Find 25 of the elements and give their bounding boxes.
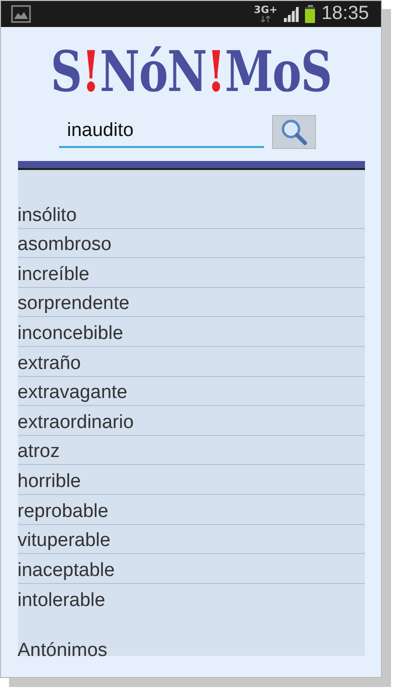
synonym-item[interactable]: intolerable	[18, 589, 106, 614]
network-type: 3G+	[254, 6, 278, 16]
data-arrows-icon	[260, 16, 271, 22]
synonym-item[interactable]: reprobable	[18, 500, 108, 524]
search-icon	[280, 118, 308, 146]
synonym-item[interactable]: increíble	[18, 262, 90, 287]
synonym-item[interactable]: insólito	[18, 204, 77, 228]
synonym-item[interactable]: asombroso	[18, 233, 112, 258]
clock: 18:35	[321, 3, 369, 25]
synonym-item[interactable]: vituperable	[18, 529, 110, 554]
logo: S!NóN!MoS	[50, 39, 332, 105]
synonym-item[interactable]: sorprendente	[18, 292, 130, 316]
search-button[interactable]	[272, 115, 316, 149]
synonym-item[interactable]: inconcebible	[18, 322, 124, 346]
synonym-item[interactable]: horrible	[18, 470, 81, 494]
synonym-item[interactable]: extraño	[18, 352, 81, 376]
synonym-item[interactable]: inaceptable	[18, 558, 115, 583]
synonym-item[interactable]: atroz	[18, 440, 60, 464]
synonym-item[interactable]: extraordinario	[18, 410, 134, 435]
image-icon	[11, 5, 31, 23]
synonym-item[interactable]: extravagante	[18, 381, 128, 406]
search-field[interactable]: inaudito	[59, 116, 264, 148]
battery-icon	[305, 5, 316, 23]
signal-icon	[283, 6, 300, 22]
antonyms-heading: Antónimos	[18, 640, 108, 662]
